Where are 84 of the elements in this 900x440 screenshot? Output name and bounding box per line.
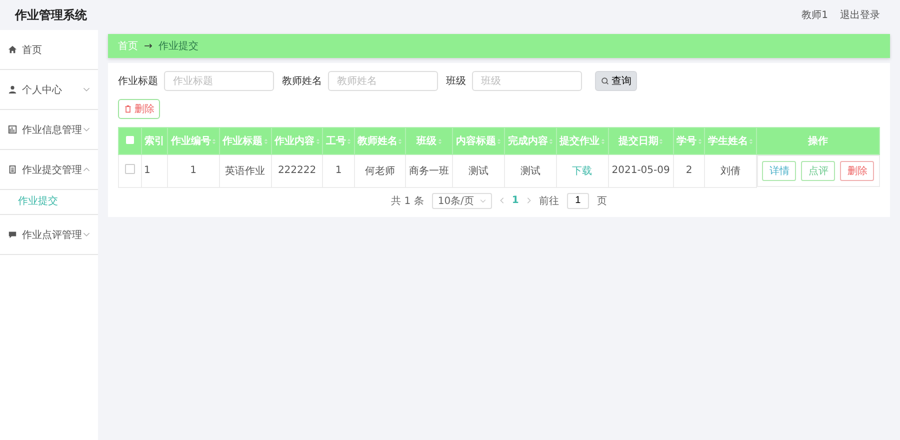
chevron-icon (480, 198, 486, 202)
search-field[interactable]: 作业标题 (164, 71, 274, 91)
logout-link[interactable]: 退出登录 (840, 8, 880, 22)
search-button[interactable]: 查询 (595, 71, 637, 91)
row-action-button[interactable]: 删除 (840, 161, 874, 181)
table-cell: 1 (144, 165, 150, 176)
page-suffix: 页 (596, 194, 607, 208)
sort-icon (398, 138, 402, 144)
table-cell: 1 (190, 165, 197, 176)
table-cell: 2 (686, 165, 692, 176)
table-cell: 刘倩 (720, 166, 741, 177)
column-header[interactable]: 作业编号 (167, 128, 220, 154)
column-header[interactable]: 班级 (406, 128, 453, 154)
chart-icon (8, 125, 17, 134)
chevron-icon (83, 167, 90, 172)
table-cell: 222222 (278, 165, 316, 176)
menu-item[interactable]: 个人中心 (0, 70, 98, 110)
table-cell: 2021-05-09 (612, 165, 670, 176)
username: 教师1 (802, 9, 828, 22)
chevron-icon (83, 232, 90, 237)
sort-icon (548, 138, 553, 144)
sort-icon (264, 138, 268, 144)
app-title: 作业管理系统 (15, 6, 87, 24)
sort-icon (749, 138, 754, 144)
home-icon (8, 45, 17, 54)
menu-item[interactable]: 作业提交管理 (0, 150, 98, 190)
page-size-select[interactable]: 10条/页 (432, 192, 492, 208)
search-field[interactable]: 教师姓名 (328, 71, 438, 91)
select-all-checkbox[interactable] (126, 136, 134, 144)
sort-icon (438, 138, 442, 144)
table-cell: 商务一班 (409, 166, 450, 177)
column-header[interactable]: 作业标题 (219, 128, 272, 154)
user-icon (8, 85, 17, 94)
table-cell: 1 (335, 165, 342, 176)
column-header[interactable]: 操作 (756, 128, 880, 154)
sort-icon (600, 138, 605, 144)
column-header[interactable]: 学生姓名 (704, 128, 756, 154)
total-count: 共 1 条 (391, 194, 424, 208)
sort-icon (698, 138, 702, 144)
column-header[interactable]: 内容标题 (452, 128, 504, 154)
chevron-icon (83, 87, 90, 92)
breadcrumb-separator: → (144, 40, 152, 52)
breadcrumb-link[interactable]: 作业提交 (158, 39, 198, 53)
sort-icon (347, 138, 351, 144)
page-input[interactable]: 1 (566, 192, 589, 208)
sort-icon (212, 138, 216, 144)
row-checkbox[interactable] (125, 164, 135, 174)
next-page-icon[interactable] (526, 197, 531, 204)
breadcrumb-link[interactable]: 首页 (118, 39, 138, 53)
field-label: 教师姓名 (282, 75, 322, 88)
page-number[interactable]: 1 (512, 195, 519, 206)
previous-page-icon[interactable] (500, 197, 504, 204)
trash-icon (124, 105, 132, 113)
column-header[interactable]: 索引 (142, 128, 168, 154)
table-cell: 英语作业 (225, 166, 266, 177)
document-icon (8, 165, 17, 174)
field-label: 班级 (446, 74, 466, 88)
column-header[interactable]: 完成内容 (504, 128, 556, 154)
menu-item[interactable]: 作业点评管理 (0, 215, 98, 255)
column-header[interactable]: 提交作业 (556, 128, 608, 154)
row-action-button[interactable]: 点评 (801, 161, 836, 181)
column-header[interactable]: 作业内容 (271, 128, 323, 154)
table-cell: 测试 (468, 166, 488, 177)
submenu-item[interactable]: 作业提交 (0, 190, 98, 215)
chevron-icon (83, 127, 90, 132)
column-header[interactable]: 工号 (322, 128, 354, 154)
download-link[interactable]: 下载 (572, 166, 592, 177)
column-header[interactable]: 教师姓名 (354, 128, 406, 154)
sort-icon (496, 138, 501, 144)
goto-label: 前往 (538, 194, 559, 208)
chat-icon (8, 230, 17, 239)
search-icon (600, 77, 608, 85)
column-header[interactable]: 提交日期 (608, 128, 674, 154)
table-cell: 测试 (520, 166, 540, 177)
menu-item[interactable]: 首页 (0, 30, 98, 70)
search-field[interactable]: 班级 (472, 71, 582, 91)
menu-item[interactable]: 作业信息管理 (0, 110, 98, 150)
sort-icon (659, 138, 664, 144)
delete-button[interactable]: 删除 (118, 99, 160, 119)
table-cell: 何老师 (364, 166, 395, 177)
row-action-button[interactable]: 详情 (762, 161, 796, 181)
column-header[interactable]: 学号 (674, 128, 705, 154)
sort-icon (316, 138, 320, 144)
field-label: 作业标题 (118, 74, 158, 88)
